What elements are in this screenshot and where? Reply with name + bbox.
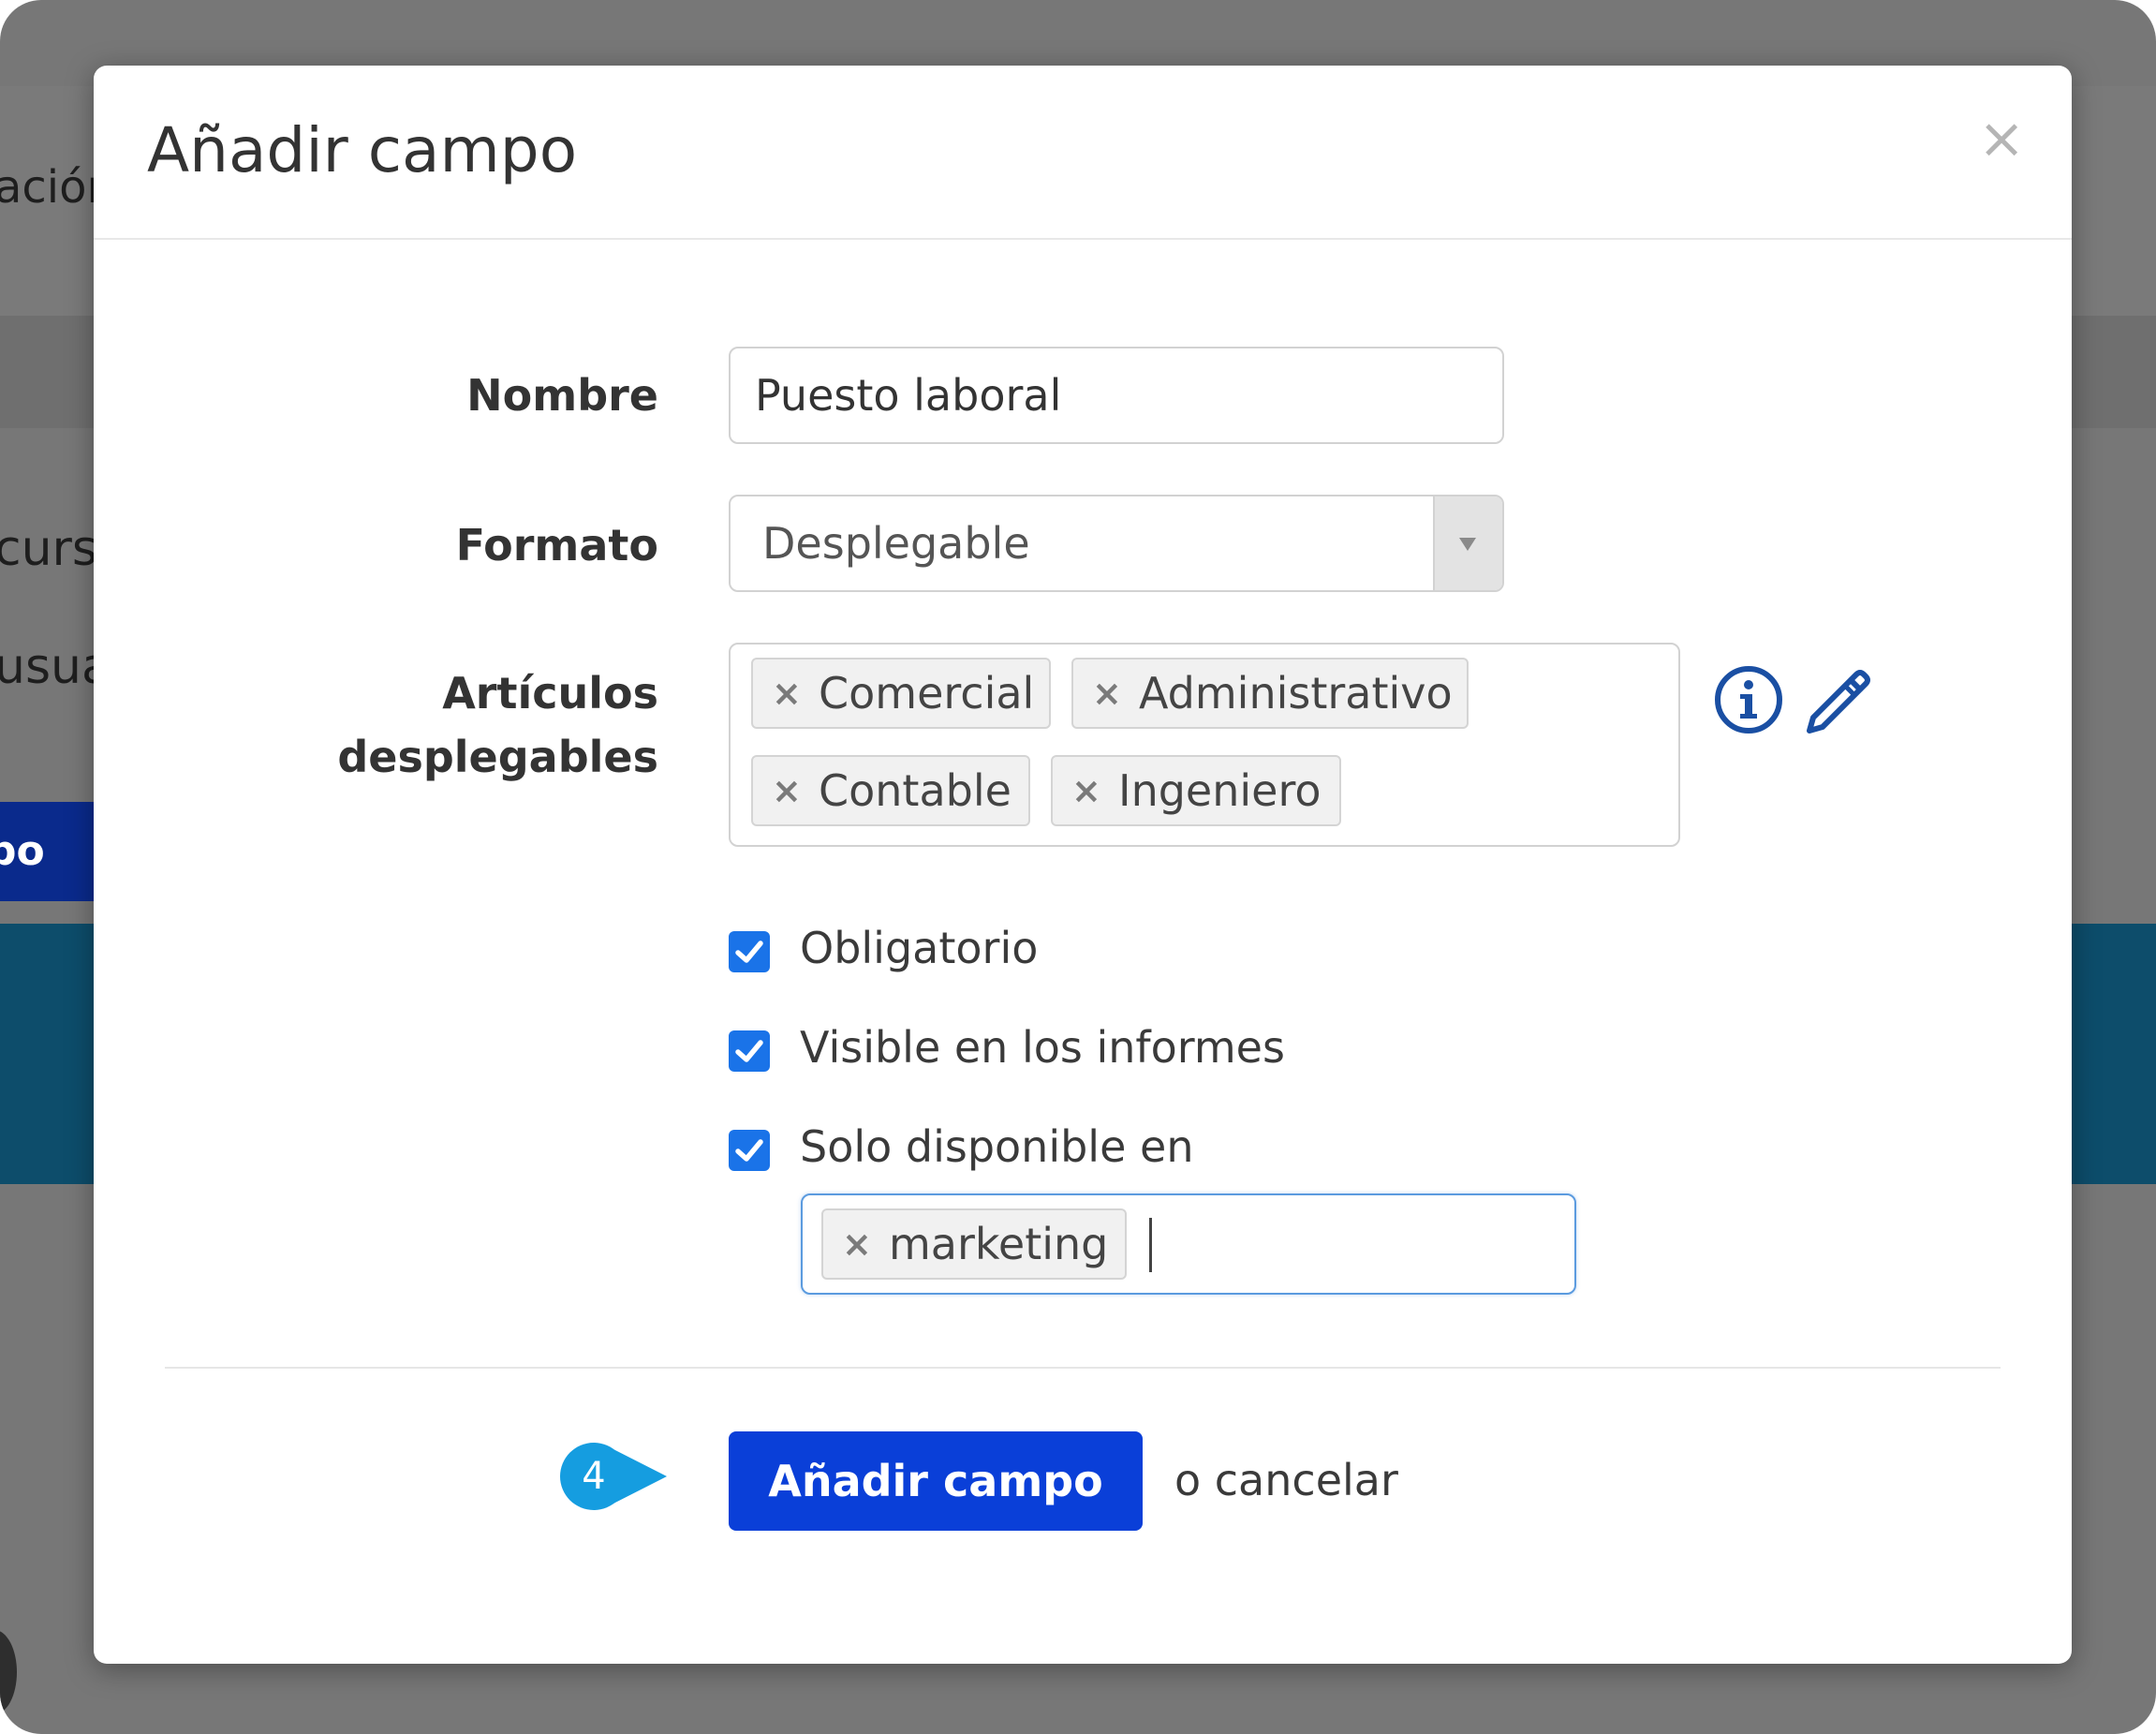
dialog-title: Añadir campo <box>147 114 578 186</box>
visible-in-reports-checkbox[interactable] <box>729 1030 770 1072</box>
step-badge: 4 <box>556 1439 669 1518</box>
name-input[interactable]: Puesto laboral <box>729 347 1504 444</box>
remove-tag-icon[interactable]: × <box>1071 757 1101 824</box>
check-icon <box>735 941 763 963</box>
pencil-icon[interactable] <box>1800 663 1875 742</box>
add-field-button[interactable]: Añadir campo <box>729 1431 1143 1531</box>
required-label: Obligatorio <box>800 923 1039 973</box>
tag-item: × Administrativo <box>1071 658 1469 729</box>
remove-tag-icon[interactable]: × <box>772 660 802 727</box>
bg-blue-button: po <box>0 802 105 901</box>
only-available-in-label: Solo disponible en <box>800 1121 1194 1172</box>
bg-teal-band-right <box>2060 924 2156 1184</box>
name-label: Nombre <box>466 370 658 421</box>
remove-tag-icon[interactable]: × <box>1092 660 1122 727</box>
format-select-value: Desplegable <box>762 518 1030 569</box>
text-cursor <box>1149 1218 1152 1272</box>
tag-label: Contable <box>819 765 1012 816</box>
check-icon <box>735 1040 763 1062</box>
only-available-in-checkbox[interactable] <box>729 1130 770 1171</box>
required-checkbox[interactable] <box>729 931 770 972</box>
format-label: Formato <box>455 520 658 571</box>
tag-label: marketing <box>889 1219 1109 1269</box>
cancel-link[interactable]: o cancelar <box>1174 1452 1398 1508</box>
bg-teal-band-left <box>0 924 103 1184</box>
select-toggle[interactable] <box>1433 496 1502 590</box>
format-select[interactable]: Desplegable <box>729 495 1504 592</box>
check-icon <box>735 1139 763 1162</box>
visible-in-reports-label: Visible en los informes <box>800 1022 1285 1073</box>
close-icon[interactable]: × <box>1978 111 2025 167</box>
screen: ación curs usua po Añadir campo × Nombre… <box>0 0 2156 1734</box>
tag-label: Comercial <box>819 668 1035 719</box>
tag-item: × Comercial <box>751 658 1051 729</box>
tag-label: Administrativo <box>1139 668 1453 719</box>
remove-tag-icon[interactable]: × <box>772 757 802 824</box>
dialog-header: Añadir campo × <box>94 66 2072 240</box>
dropdown-items-input[interactable]: × Comercial × Administrativo × Contable … <box>729 643 1680 847</box>
tag-label: Ingeniero <box>1118 765 1322 816</box>
tag-item: × Contable <box>751 755 1030 826</box>
chevron-down-icon <box>1459 538 1476 551</box>
items-label-line2: desplegables <box>337 732 658 782</box>
footer-divider <box>165 1367 2001 1369</box>
remove-tag-icon[interactable]: × <box>842 1210 872 1278</box>
tag-item: × marketing <box>821 1208 1127 1280</box>
items-label-line1: Artículos <box>442 668 658 719</box>
info-icon[interactable] <box>1714 665 1783 738</box>
bg-fragment-2: curs <box>0 521 98 577</box>
bg-avatar <box>0 1630 17 1714</box>
step-number: 4 <box>582 1455 606 1498</box>
available-groups-input[interactable]: × marketing <box>801 1193 1576 1295</box>
tag-item: × Ingeniero <box>1051 755 1341 826</box>
add-field-dialog: Añadir campo × Nombre Puesto laboral For… <box>94 66 2072 1664</box>
